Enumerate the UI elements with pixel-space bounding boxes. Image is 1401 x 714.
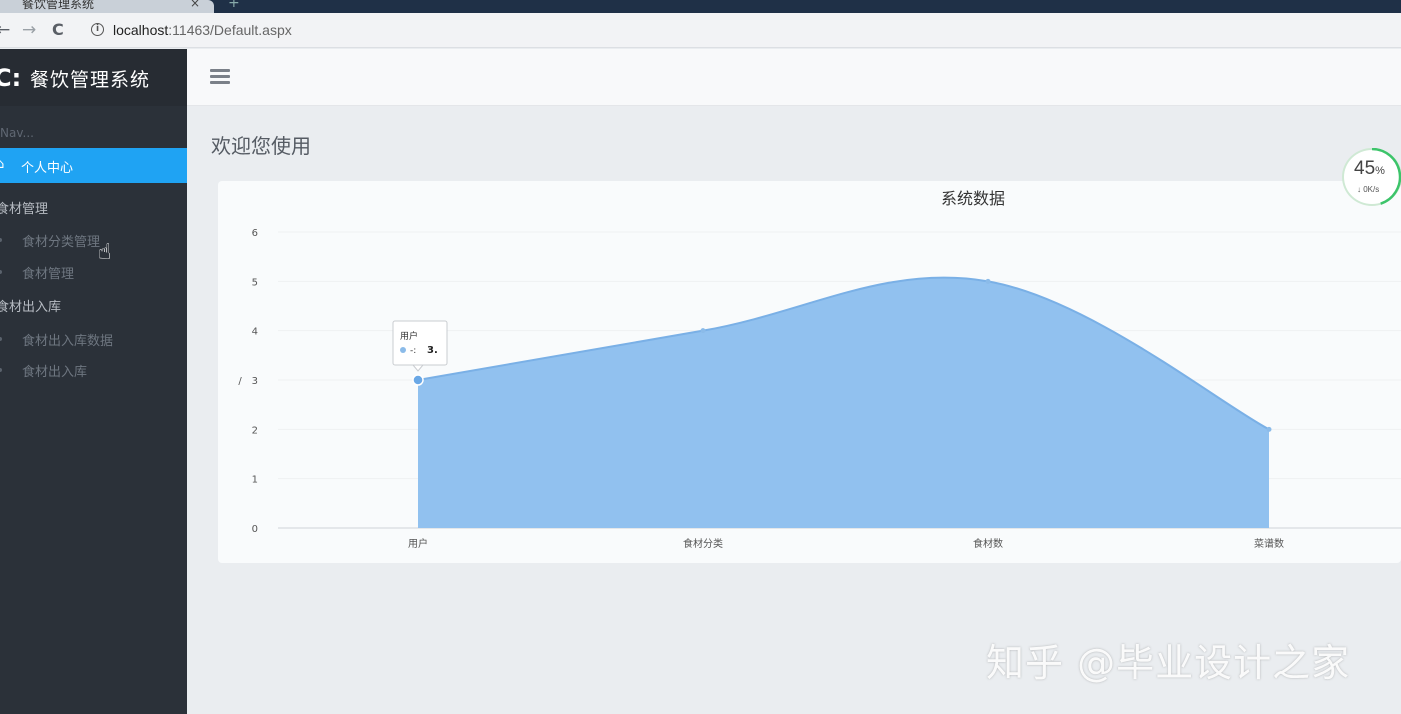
site-info-icon[interactable]: i xyxy=(91,23,104,36)
chart-title: 系统数据 xyxy=(941,189,1005,208)
data-point xyxy=(412,374,424,386)
browser-address-bar: ← → C i localhost:11463/Default.aspx xyxy=(0,13,1401,48)
url-path: :11463/Default.aspx xyxy=(168,22,292,38)
tooltip-box xyxy=(392,320,448,366)
x-tick-label: 菜谱数 xyxy=(1254,537,1284,550)
sidebar-item-label: 食材出入库数据 xyxy=(22,334,114,349)
browser-tab[interactable]: 餐饮管理系统 × xyxy=(0,0,214,13)
data-point xyxy=(1266,426,1272,432)
sidebar: C: 餐饮管理系统 Nav... ⌂ 个人中心 食材管理 食材分类管理 食材管理… xyxy=(0,49,187,714)
url-host: localhost xyxy=(113,22,169,38)
menu-toggle-icon[interactable] xyxy=(210,69,230,85)
y-tick-label: 5 xyxy=(252,277,258,288)
browser-tab-title: 餐饮管理系统 xyxy=(22,0,95,11)
tooltip-series: -: xyxy=(410,346,416,356)
sidebar-item-personal-center[interactable]: ⌂ 个人中心 xyxy=(0,148,187,183)
bullet-icon xyxy=(0,337,2,341)
bullet-icon xyxy=(0,368,2,372)
x-tick-label: 用户 xyxy=(408,537,428,550)
brand-title: 餐饮管理系统 xyxy=(30,69,151,91)
x-tick-label: 食材分类 xyxy=(683,537,723,550)
tab-close-icon[interactable]: × xyxy=(190,0,200,10)
back-icon[interactable]: ← xyxy=(0,20,10,40)
system-data-chart: 系统数据0123456/用户 食材分类 食材数 菜谱数用户-: 3. xyxy=(238,189,1401,550)
y-tick-label: 4 xyxy=(252,327,258,338)
url-field[interactable]: i localhost:11463/Default.aspx xyxy=(82,18,1401,43)
data-point xyxy=(985,278,991,284)
brand-logo-icon: C: xyxy=(0,64,22,92)
nav-caption: Nav... xyxy=(0,126,34,140)
sidebar-item-ingredient-management[interactable]: 食材管理 xyxy=(0,263,180,282)
tooltip-value: 3. xyxy=(427,345,438,356)
page-title: 欢迎您使用 xyxy=(211,134,311,158)
tooltip-pointer xyxy=(411,364,425,372)
url-text: localhost:11463/Default.aspx xyxy=(113,22,292,38)
reload-icon[interactable]: C xyxy=(52,20,64,39)
y-tick-label: 3 xyxy=(252,376,258,387)
sidebar-item-ingredient-category[interactable]: 食材分类管理 xyxy=(0,231,180,250)
y-axis-label: / xyxy=(238,376,242,387)
new-tab-icon[interactable]: + xyxy=(228,0,240,11)
watermark: 知乎 @毕业设计之家 xyxy=(986,641,1351,685)
y-tick-label: 1 xyxy=(252,475,258,486)
network-speed: ↓ 0K/s xyxy=(1357,185,1380,194)
sidebar-item-label: 个人中心 xyxy=(21,161,74,176)
sidebar-item-label: 食材管理 xyxy=(22,267,75,282)
data-point xyxy=(700,328,706,334)
x-tick-label: 食材数 xyxy=(973,537,1003,550)
chart-card: 系统数据 0 1 2 3 4 5 6/用户 食材分类 食材数 菜谱数 用户 -: 3. xyxy=(218,181,1401,563)
bullet-icon xyxy=(0,238,2,242)
sidebar-group-ingredients[interactable]: 食材管理 xyxy=(0,198,48,217)
brand-header: C: 餐饮管理系统 xyxy=(0,49,187,106)
sidebar-item-stock-io-data[interactable]: 食材出入库数据 xyxy=(0,330,180,349)
network-speed-widget[interactable]: 45% ↓ 0K/s xyxy=(1342,148,1401,206)
tooltip-marker xyxy=(400,347,406,353)
series-area xyxy=(418,277,1269,528)
sidebar-group-stock-io[interactable]: 食材出入库 xyxy=(0,296,61,315)
browser-tabstrip: 餐饮管理系统 × + xyxy=(0,0,1401,13)
y-tick-label: 0 xyxy=(252,524,258,535)
top-navbar xyxy=(187,49,1401,106)
forward-icon[interactable]: → xyxy=(22,20,36,40)
cpu-percent: 45% xyxy=(1354,158,1385,179)
bullet-icon xyxy=(0,270,2,274)
sidebar-item-label: 食材分类管理 xyxy=(22,235,101,250)
y-tick-label: 6 xyxy=(252,228,258,239)
tooltip-title: 用户 xyxy=(400,330,418,342)
home-icon: ⌂ xyxy=(0,157,5,172)
sidebar-item-label: 食材出入库 xyxy=(22,365,88,380)
hand-cursor-icon: ☝ xyxy=(98,240,112,265)
sidebar-item-stock-io[interactable]: 食材出入库 xyxy=(0,361,180,380)
y-tick-label: 2 xyxy=(252,425,258,436)
